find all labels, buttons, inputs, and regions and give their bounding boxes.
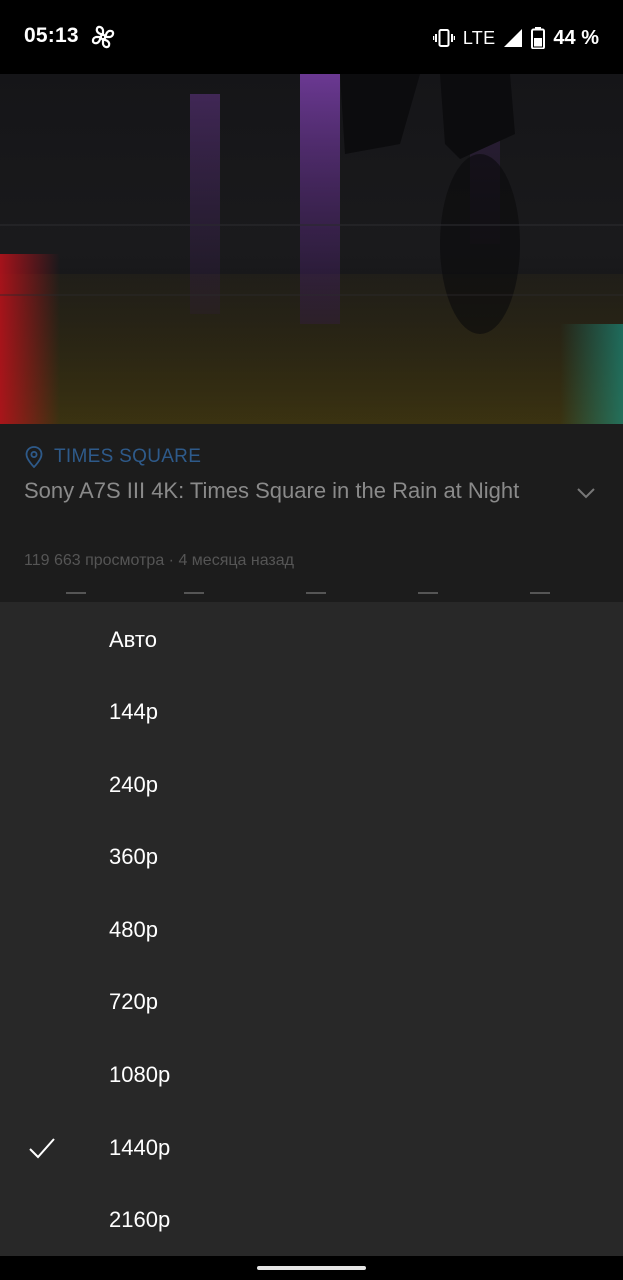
quality-option-label: 1440p <box>109 1135 171 1160</box>
quality-option-1080p[interactable]: 1080p <box>0 1039 623 1111</box>
location-label: TIMES SQUARE <box>54 446 202 467</box>
quality-option-label: 240p <box>109 772 158 797</box>
battery-icon <box>531 27 546 49</box>
quality-option-label: 1080p <box>109 1062 171 1087</box>
quality-option-label: 480p <box>109 917 158 942</box>
status-time: 05:13 <box>24 24 79 47</box>
video-info: TIMES SQUARE Sony A7S III 4K: Times Squa… <box>0 424 623 602</box>
navigation-bar <box>0 1256 623 1280</box>
location-link[interactable]: TIMES SQUARE <box>24 446 201 468</box>
battery-percent: 44 % <box>553 26 599 49</box>
quality-option-480p[interactable]: 480p <box>0 894 623 966</box>
video-meta: 119 663 просмотра · 4 месяца назад <box>24 552 294 569</box>
fan-icon <box>91 25 115 49</box>
quality-option-label: 720p <box>109 989 158 1014</box>
quality-option-auto[interactable]: Авто <box>0 604 623 676</box>
status-icons: LTE 44 % <box>432 24 599 52</box>
status-bar: 05:13 LTE 44 % <box>0 0 623 74</box>
video-title[interactable]: Sony A7S III 4K: Times Square in the Rai… <box>24 474 544 508</box>
chevron-down-icon[interactable] <box>575 482 597 504</box>
quality-option-label: Авто <box>109 627 157 652</box>
checkmark-icon <box>29 1138 55 1159</box>
quality-option-label: 144p <box>109 699 158 724</box>
vibrate-icon <box>432 29 455 47</box>
quality-option-1440p[interactable]: 1440p <box>0 1112 623 1184</box>
quality-option-360p[interactable]: 360p <box>0 821 623 893</box>
network-type: LTE <box>462 27 496 48</box>
location-pin-icon <box>25 446 43 468</box>
home-gesture-handle[interactable] <box>257 1266 366 1270</box>
video-player[interactable] <box>0 74 623 424</box>
quality-option-720p[interactable]: 720p <box>0 966 623 1038</box>
video-frame <box>0 74 623 424</box>
quality-option-label: 2160p <box>109 1207 171 1232</box>
signal-icon <box>504 29 523 47</box>
quality-menu: Авто 144p 240p 360p 480p 720p 1080p 1440… <box>0 602 623 1256</box>
quality-option-label: 360p <box>109 844 158 869</box>
quality-option-2160p[interactable]: 2160p <box>0 1184 623 1256</box>
quality-option-144p[interactable]: 144p <box>0 676 623 748</box>
quality-option-240p[interactable]: 240p <box>0 749 623 821</box>
